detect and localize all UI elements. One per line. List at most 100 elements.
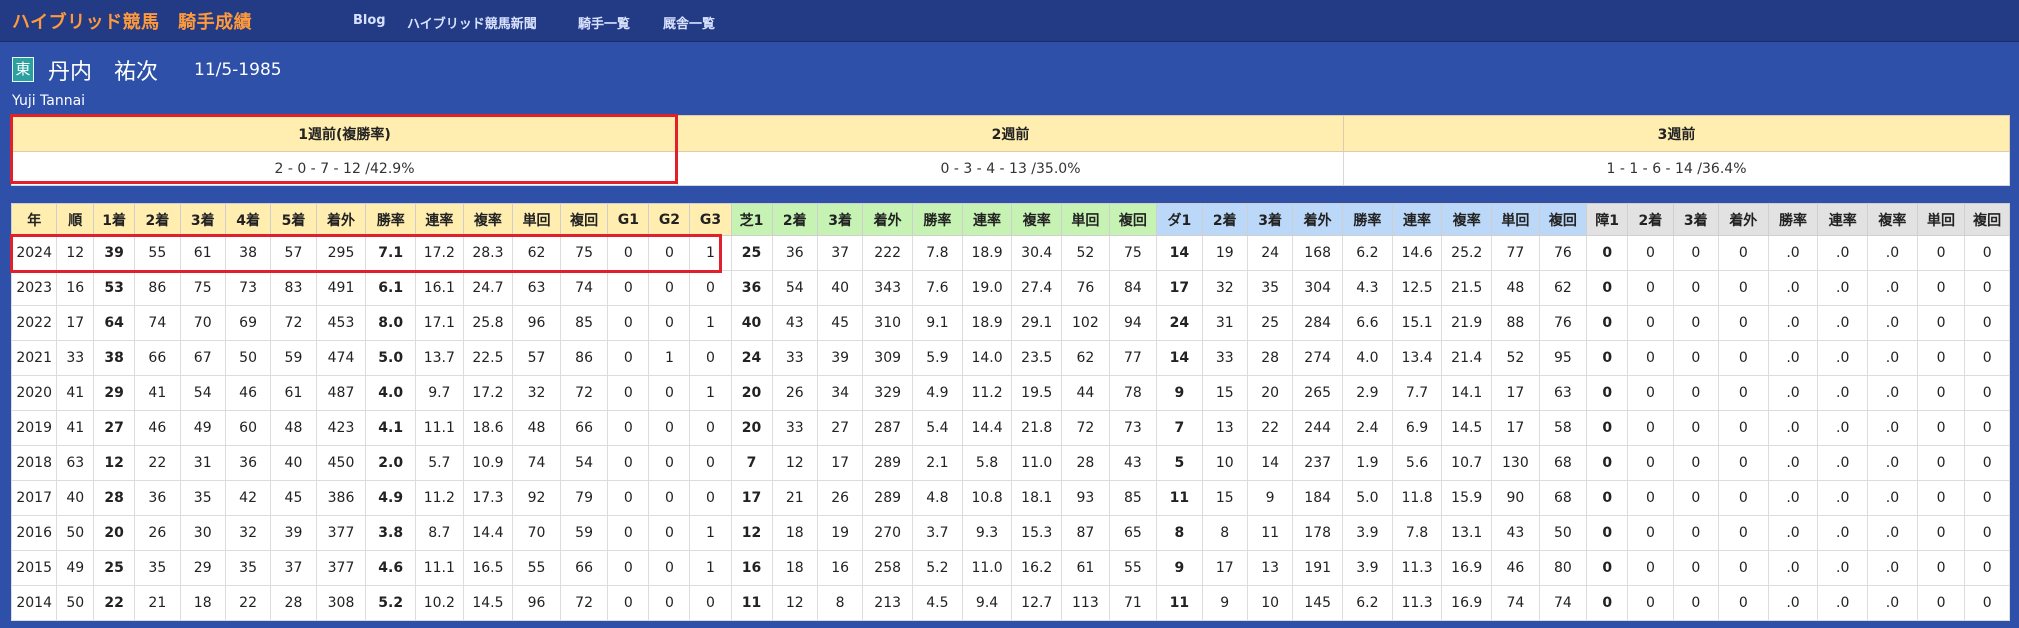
site-brand[interactable]: ハイブリッド競馬 騎手成績 — [12, 8, 252, 34]
table-cell: 14.6 — [1391, 235, 1443, 271]
table-cell: 18.1 — [1011, 480, 1063, 516]
nav-blog[interactable]: Blog — [353, 13, 386, 28]
table-cell: 16.9 — [1441, 550, 1493, 586]
table-cell: 0 — [1916, 515, 1966, 551]
col-header: 着外 — [1292, 203, 1343, 236]
table-cell: 0 — [648, 305, 691, 341]
table-cell: 0 — [1964, 550, 2010, 586]
table-cell: 38 — [93, 340, 136, 376]
table-cell: 54 — [559, 445, 609, 481]
table-cell: 102 — [1061, 305, 1110, 341]
table-cell: 0 — [1672, 305, 1719, 341]
table-cell: 3.7 — [912, 515, 963, 551]
table-cell: 21 — [771, 480, 818, 516]
table-cell: .0 — [1867, 480, 1918, 516]
table-cell: 80 — [1538, 550, 1588, 586]
table-cell: 59 — [270, 340, 317, 376]
table-cell: 0 — [689, 445, 732, 481]
table-cell: 31 — [179, 445, 226, 481]
table-cell: 23.5 — [1011, 340, 1063, 376]
col-header: 3着 — [1246, 203, 1294, 236]
col-header: 2着 — [1627, 203, 1674, 236]
table-cell: 76 — [1538, 235, 1588, 271]
table-cell: 12 — [93, 445, 136, 481]
table-cell: 85 — [1108, 480, 1158, 516]
table-cell: 20 — [1246, 375, 1294, 411]
table-cell: 0 — [648, 375, 691, 411]
row-year-cell: 2024 — [10, 235, 58, 271]
week2-value: 0 - 3 - 4 - 13 /35.0% — [677, 151, 1344, 186]
nav-stable-list[interactable]: 厩舎一覧 — [663, 13, 715, 32]
table-cell: 43 — [771, 305, 818, 341]
table-cell: 14.5 — [1441, 410, 1493, 446]
table-row: 2019 41 27 46 49 60 48 423 4.1 11.1 18.6 48 66 0 0 0 20 3… — [10, 410, 2010, 446]
table-cell: 72 — [270, 305, 317, 341]
table-row: 2021 33 38 66 67 50 59 474 5.0 13.7 22.5 57 86 0 1 0 24 3… — [10, 340, 2010, 376]
table-cell: 0 — [648, 550, 691, 586]
table-cell: 65 — [1108, 515, 1158, 551]
table-cell: 55 — [1108, 550, 1158, 586]
row-year-cell: 2018 — [10, 445, 58, 481]
table-cell: 55 — [512, 550, 561, 586]
table-cell: 11.0 — [961, 550, 1013, 586]
col-header: 勝率 — [365, 203, 417, 236]
table-cell: 191 — [1292, 550, 1343, 586]
table-cell: 36 — [224, 445, 272, 481]
col-header: 3着 — [816, 203, 864, 236]
table-cell: 31 — [1201, 305, 1248, 341]
table-cell: 12.5 — [1391, 270, 1443, 306]
table-cell: .0 — [1767, 270, 1819, 306]
table-cell: 55 — [134, 235, 181, 271]
table-cell: 26 — [771, 375, 818, 411]
table-cell: 6.1 — [365, 270, 417, 306]
table-cell: 48 — [270, 410, 317, 446]
table-cell: 16.2 — [1011, 550, 1063, 586]
table-cell: 3.9 — [1342, 515, 1393, 551]
table-cell: 17.3 — [462, 480, 514, 516]
table-cell: 39 — [270, 515, 317, 551]
col-header: 連率 — [1391, 203, 1443, 236]
table-cell: 0 — [1717, 235, 1769, 271]
table-cell: 4.9 — [912, 375, 963, 411]
table-cell: 5.0 — [1342, 480, 1393, 516]
table-cell: .0 — [1867, 270, 1918, 306]
jockey-name: 丹内 祐次 — [48, 60, 159, 85]
table-cell: 25.2 — [1441, 235, 1493, 271]
table-cell: 0 — [689, 340, 732, 376]
table-cell: 7.1 — [365, 235, 417, 271]
table-cell: 487 — [315, 375, 367, 411]
table-cell: 11.2 — [415, 480, 464, 516]
table-cell: 0 — [1586, 340, 1629, 376]
nav-jockey-list[interactable]: 騎手一覧 — [578, 13, 630, 32]
table-cell: 16 — [56, 270, 95, 306]
table-cell: 52 — [1061, 235, 1110, 271]
table-cell: 6.2 — [1342, 585, 1393, 621]
table-cell: 61 — [179, 235, 226, 271]
table-cell: .0 — [1767, 445, 1819, 481]
table-cell: 75 — [1108, 235, 1158, 271]
table-cell: 29 — [179, 550, 226, 586]
table-cell: 0 — [1717, 340, 1769, 376]
table-cell: 73 — [224, 270, 272, 306]
table-cell: 386 — [315, 480, 367, 516]
table-cell: 2.9 — [1342, 375, 1393, 411]
col-header: 年 — [10, 203, 58, 236]
table-cell: 76 — [1061, 270, 1110, 306]
table-cell: 59 — [559, 515, 609, 551]
table-cell: 66 — [559, 410, 609, 446]
col-header: G3 — [689, 203, 732, 236]
table-cell: 244 — [1292, 410, 1343, 446]
table-cell: 33 — [1201, 340, 1248, 376]
table-cell: 19 — [1201, 235, 1248, 271]
table-cell: 4.3 — [1342, 270, 1393, 306]
table-cell: 49 — [179, 410, 226, 446]
table-cell: 309 — [862, 340, 913, 376]
table-cell: 54 — [179, 375, 226, 411]
table-cell: 0 — [1672, 410, 1719, 446]
nav-hybrid-newspaper[interactable]: ハイブリッド競馬新聞 — [407, 13, 537, 32]
col-header: 障1 — [1586, 203, 1629, 236]
table-cell: 46 — [1491, 550, 1540, 586]
table-cell: 0 — [1717, 305, 1769, 341]
table-cell: 0 — [1586, 235, 1629, 271]
table-cell: 17 — [56, 305, 95, 341]
